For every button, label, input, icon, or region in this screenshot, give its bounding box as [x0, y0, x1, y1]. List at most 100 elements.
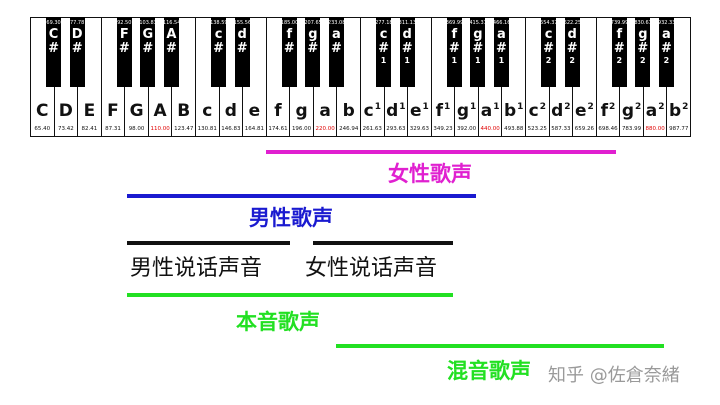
black-key: 739.99 f #2 [610, 17, 629, 87]
white-key-frequency: 698.46 [598, 126, 618, 132]
black-key-sharp: # [48, 41, 60, 56]
male-speaking-range-line [127, 241, 290, 245]
white-key-note: a [319, 101, 331, 121]
black-key-sharp: # [613, 41, 625, 56]
white-key-note: d2 [551, 101, 571, 121]
white-key-note: D [58, 101, 73, 121]
white-key-note: E [83, 101, 96, 121]
black-key-sharp: # [165, 41, 177, 56]
female-singing-label: 女性歌声 [388, 162, 472, 186]
piano-keyboard: C 65.40 D 73.42 E 82.41 F 87.31 G 98.00 A 110.00 B 12… [30, 17, 691, 137]
black-key-frequency: 739.99 [610, 20, 629, 26]
male-singing-label: 男性歌声 [249, 206, 333, 230]
black-key-note: A [166, 27, 177, 42]
black-key-note: f [616, 27, 623, 42]
black-key: 92.50 F # [116, 17, 132, 87]
black-key-note: d [237, 27, 247, 42]
black-key-note: c [544, 27, 553, 42]
white-key-frequency: 174.61 [268, 126, 288, 132]
white-key-frequency: 73.42 [57, 126, 74, 132]
black-key-frequency: 415.31 [469, 20, 487, 26]
black-key-frequency: 311.13 [398, 20, 417, 26]
white-key-note: e1 [410, 101, 429, 121]
black-key-sharp: # [118, 41, 130, 56]
black-key-frequency: 69.30 [46, 20, 61, 26]
white-key-note: e [248, 101, 261, 121]
black-key-frequency: 77.78 [69, 20, 85, 26]
black-key-octave: 1 [380, 56, 387, 65]
female-speaking-label: 女性说话声音 [305, 256, 438, 281]
white-key-note: b2 [668, 101, 689, 121]
white-key-frequency: 587.33 [551, 126, 571, 132]
white-key-frequency: 349.23 [433, 126, 453, 132]
black-key: 622.25 d #2 [564, 17, 581, 87]
white-key-frequency: 493.88 [504, 126, 524, 132]
black-key-sharp: # [236, 41, 248, 56]
black-key-frequency: 932.33 [657, 20, 676, 26]
black-key-octave: 2 [569, 56, 575, 65]
black-key-frequency: 103.83 [139, 20, 157, 26]
white-key-note: d1 [386, 101, 406, 121]
white-key-frequency: 440.00 [480, 126, 500, 132]
white-key-frequency: 110.00 [150, 126, 170, 132]
black-key: 466.16 a #1 [492, 17, 511, 87]
black-key-note: f [286, 27, 293, 42]
white-key-note: f1 [435, 101, 451, 121]
white-key-frequency: 293.63 [386, 126, 406, 132]
black-key-frequency: 207.65 [304, 20, 322, 26]
black-key-note: g [638, 27, 648, 42]
black-key: 369.99 f #1 [446, 17, 463, 87]
black-key-sharp: # [71, 41, 83, 56]
white-key-note: a2 [645, 101, 665, 121]
black-key-sharp: # [543, 41, 555, 56]
black-key: 830.61 g #2 [634, 17, 652, 87]
black-key-sharp: # [213, 41, 225, 56]
black-key: 207.65 g # [304, 17, 322, 87]
white-key-note: b1 [503, 101, 524, 121]
black-key-frequency: 138.59 [210, 20, 228, 26]
chest-voice-label: 本音歌声 [236, 310, 320, 334]
black-key-sharp: # [495, 41, 507, 56]
black-key-frequency: 830.61 [634, 20, 652, 26]
black-key-octave: 2 [663, 56, 670, 65]
white-key-note: g2 [621, 101, 642, 121]
black-key-frequency: 185.00 [280, 20, 299, 26]
black-key-sharp: # [283, 41, 295, 56]
black-key: 554.37 c #2 [540, 17, 558, 87]
black-key-octave: 1 [404, 56, 410, 65]
black-key-note: c [379, 27, 388, 42]
black-key: 155.56 d # [233, 17, 252, 87]
white-key-note: C [36, 101, 49, 121]
black-key-note: a [662, 27, 671, 42]
black-key-octave: 1 [451, 56, 458, 65]
white-key-note: f2 [600, 101, 616, 121]
black-key-octave: 1 [475, 56, 481, 65]
black-key-frequency: 155.56 [233, 20, 252, 26]
white-key-note: d [224, 101, 237, 121]
white-key-note: B [177, 101, 191, 121]
black-key-sharp: # [448, 41, 460, 56]
black-key-sharp: # [330, 41, 342, 56]
female-speaking-range-line [313, 241, 453, 245]
white-key-note: b [342, 101, 355, 121]
white-key-note: f [274, 101, 282, 121]
mixed-voice-range-line [336, 344, 664, 348]
white-key-note: c [202, 101, 213, 121]
black-key-frequency: 277.18 [375, 20, 393, 26]
white-key-note: g1 [456, 101, 477, 121]
black-key-note: F [119, 27, 129, 42]
black-key-octave: 2 [616, 56, 623, 65]
black-key-frequency: 466.16 [492, 20, 511, 26]
black-key-sharp: # [307, 41, 319, 56]
black-key-frequency: 554.37 [540, 20, 558, 26]
black-key-sharp: # [660, 41, 672, 56]
black-key-note: C [48, 27, 59, 42]
black-key-note: D [71, 27, 83, 42]
mixed-voice-label: 混音歌声 [447, 359, 531, 383]
male-singing-range-line [127, 194, 476, 198]
black-key-note: a [332, 27, 341, 42]
black-key-frequency: 233.08 [327, 20, 346, 26]
black-key-octave: 2 [545, 56, 552, 65]
black-key-frequency: 116.54 [162, 20, 181, 26]
black-key-note: g [473, 27, 483, 42]
